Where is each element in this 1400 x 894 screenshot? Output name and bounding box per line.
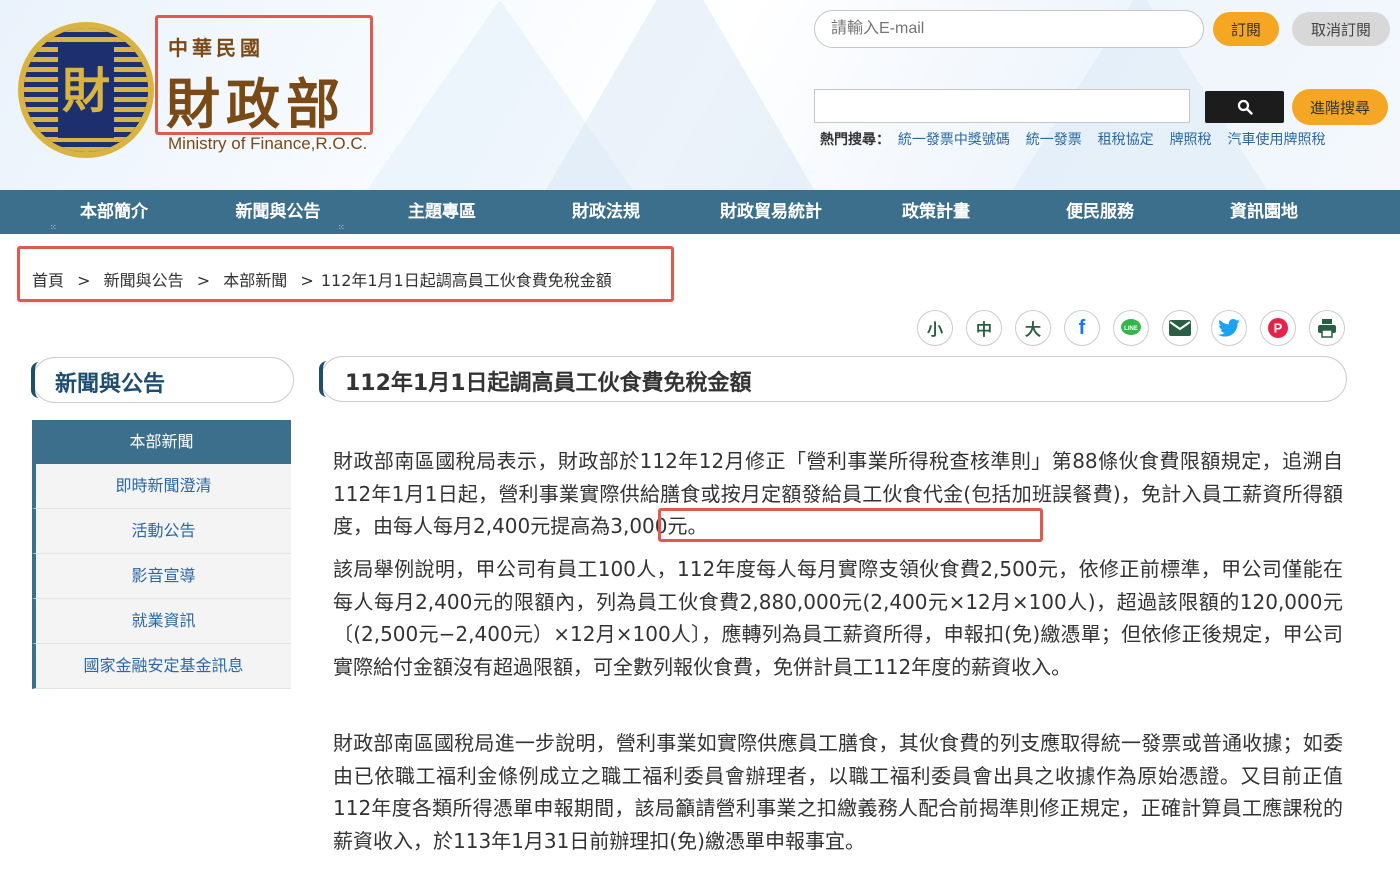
sidebar-item-clarification[interactable]: 即時新聞澄清 — [32, 464, 291, 509]
line-share-button[interactable]: LINE — [1113, 310, 1149, 346]
sidebar-item-videos[interactable]: 影音宣導 — [32, 554, 291, 599]
print-button[interactable] — [1309, 310, 1345, 346]
sidebar-title: 新聞與公告 — [55, 372, 166, 397]
main-nav: 本部簡介 新聞與公告 主題專區 財政法規 財政貿易統計 政策計畫 便民服務 資訊… — [0, 190, 1400, 234]
ministry-logo[interactable]: 財 — [18, 22, 158, 162]
hot-link-invoice-numbers[interactable]: 統一發票中獎號碼 — [898, 131, 1010, 147]
search-icon — [1237, 99, 1253, 115]
hot-search: 熱門搜尋： 統一發票中獎號碼 統一發票 租稅協定 牌照稅 汽車使用牌照稅 — [820, 129, 1337, 149]
unsubscribe-button[interactable]: 取消訂閱 — [1292, 12, 1390, 46]
logo-emblem: 財 — [18, 22, 154, 158]
search-input[interactable] — [814, 89, 1190, 123]
article-title: 112年1月1日起調高員工伙食費免稅金額 — [345, 371, 752, 396]
brand-name: 財政部 — [166, 72, 346, 136]
hot-search-label: 熱門搜尋： — [820, 131, 890, 147]
advanced-search-button[interactable]: 進階搜尋 — [1292, 89, 1388, 125]
svg-text:LINE: LINE — [1124, 326, 1138, 332]
nav-item-news[interactable]: 新聞與公告 — [204, 190, 352, 234]
twitter-icon — [1218, 319, 1240, 337]
email-share-button[interactable] — [1162, 310, 1198, 346]
nav-item-statistics[interactable]: 財政貿易統計 — [696, 190, 846, 234]
breadcrumb-home[interactable]: 首頁 — [32, 271, 64, 290]
brand-country: 中華民國 — [168, 36, 264, 60]
line-icon: LINE — [1121, 319, 1141, 335]
nav-accesskey-icon[interactable]: ⁙ — [338, 224, 350, 232]
nav-item-regulations[interactable]: 財政法規 — [532, 190, 680, 234]
subscribe-button[interactable]: 訂閱 — [1213, 12, 1279, 46]
font-small-button[interactable]: 小 — [917, 310, 953, 346]
sidebar-item-stability-fund[interactable]: 國家金融安定基金訊息 — [32, 644, 291, 689]
breadcrumb-separator: > — [196, 271, 211, 290]
breadcrumb-news[interactable]: 新聞與公告 — [104, 271, 184, 290]
hot-link-vehicle-license-tax[interactable]: 汽車使用牌照稅 — [1227, 131, 1325, 147]
sidebar-item-events[interactable]: 活動公告 — [32, 509, 291, 554]
plurk-share-button[interactable]: P — [1260, 310, 1296, 346]
hot-link-invoice[interactable]: 統一發票 — [1026, 131, 1082, 147]
breadcrumb-separator: > — [300, 271, 314, 290]
article-title-accent — [319, 361, 327, 397]
facebook-icon: f — [1078, 316, 1086, 339]
plurk-icon: P — [1268, 318, 1288, 338]
article-paragraph: 該局舉例說明，甲公司有員工100人，112年度每人每月實際支領伙食費2,500元… — [333, 557, 1343, 679]
amount-highlight-box — [658, 508, 1043, 542]
hot-link-license-tax[interactable]: 牌照稅 — [1170, 131, 1212, 147]
printer-icon — [1318, 319, 1336, 338]
sidebar-item-jobs[interactable]: 就業資訊 — [32, 599, 291, 644]
sidebar-title-box: 新聞與公告 — [31, 357, 294, 403]
font-large-button[interactable]: 大 — [1015, 310, 1051, 346]
hot-link-tax-treaty[interactable]: 租稅協定 — [1098, 131, 1154, 147]
nav-item-services[interactable]: 便民服務 — [1026, 190, 1174, 234]
brand-english: Ministry of Finance,R.O.C. — [168, 134, 368, 153]
breadcrumb-separator: > — [77, 271, 91, 290]
breadcrumb-ministry-news[interactable]: 本部新聞 — [223, 271, 287, 290]
logo-glyph: 財 — [58, 44, 114, 138]
email-input[interactable] — [814, 10, 1204, 48]
nav-item-policy[interactable]: 政策計畫 — [862, 190, 1010, 234]
envelope-icon — [1169, 320, 1191, 336]
nav-item-info[interactable]: 資訊園地 — [1190, 190, 1338, 234]
nav-item-topics[interactable]: 主題專區 — [368, 190, 516, 234]
breadcrumb-current: 112年1月1日起調高員工伙食費免稅金額 — [320, 271, 612, 290]
sidebar-menu: 本部新聞 即時新聞澄清 活動公告 影音宣導 就業資訊 國家金融安定基金訊息 — [32, 420, 291, 689]
facebook-share-button[interactable]: f — [1064, 310, 1100, 346]
font-medium-button[interactable]: 中 — [966, 310, 1002, 346]
nav-item-about[interactable]: 本部簡介 — [40, 190, 188, 234]
article-paragraph: 財政部南區國稅局進一步說明，營利事業如實際供應員工膳食，其伙食費的列支應取得統一… — [333, 731, 1343, 853]
sidebar-title-accent — [31, 362, 39, 398]
breadcrumb: 首頁 > 新聞與公告 > 本部新聞 > 112年1月1日起調高員工伙食費免稅金額 — [32, 267, 620, 291]
article-title-box: 112年1月1日起調高員工伙食費免稅金額 — [319, 356, 1347, 402]
search-button[interactable] — [1205, 91, 1284, 123]
sidebar-item-ministry-news[interactable]: 本部新聞 — [32, 420, 291, 464]
header-decoration — [360, 0, 640, 190]
twitter-share-button[interactable] — [1211, 310, 1247, 346]
nav-accesskey-icon[interactable]: ⁙ — [50, 224, 62, 232]
svg-text:P: P — [1274, 321, 1283, 336]
